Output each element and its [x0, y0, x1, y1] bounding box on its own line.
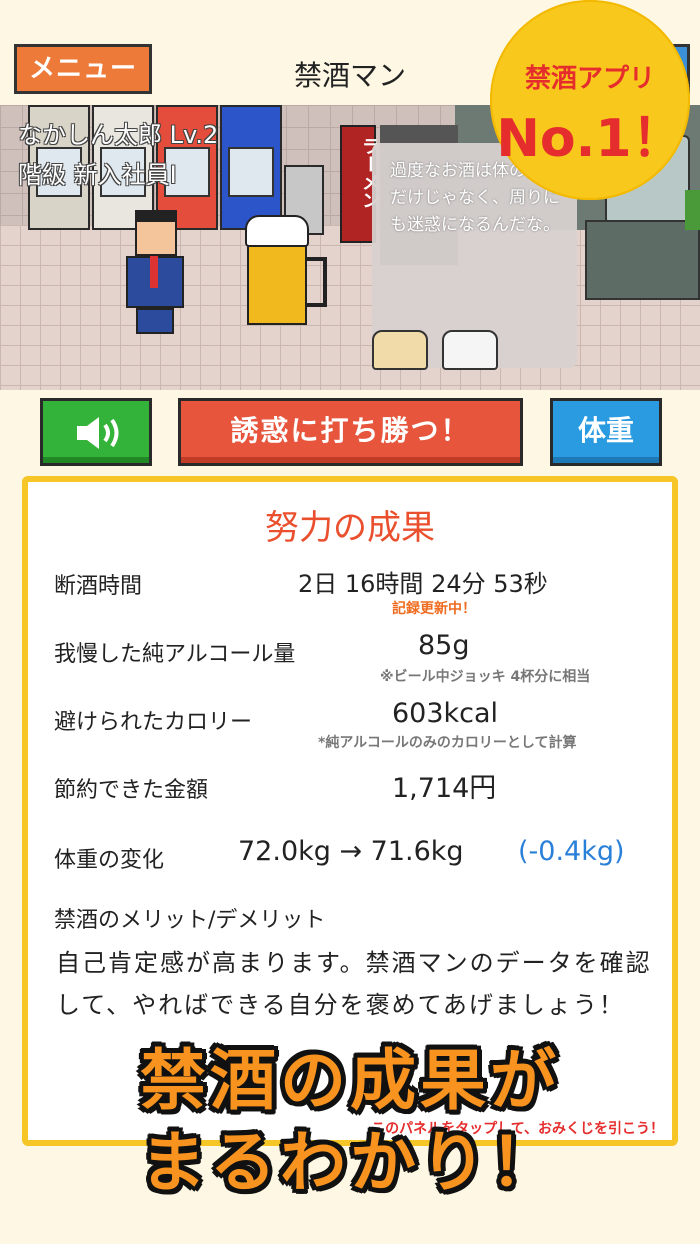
- promo-banner: 禁酒の成果が まるわかり！: [0, 1040, 700, 1204]
- alcohol-note: ※ビール中ジョッキ 4杯分に相当: [380, 669, 591, 685]
- player-rank: 階級 新入社員Ⅰ: [18, 161, 177, 189]
- badge-main-text: No.1！: [496, 109, 684, 169]
- weight-change-label: 体重の変化: [54, 848, 165, 873]
- tree: [685, 190, 700, 230]
- cat-character: [442, 330, 498, 370]
- speaker-icon: [77, 417, 119, 449]
- money-value: 1,714円: [392, 773, 497, 804]
- weight-diff-value: (-0.4kg): [518, 836, 625, 867]
- panel-title: 努力の成果: [265, 508, 435, 548]
- calorie-note: *純アルコールのみのカロリーとして計算: [318, 735, 577, 751]
- record-note: 記録更新中！: [392, 601, 476, 617]
- overcome-temptation-button[interactable]: 誘惑に打ち勝つ！: [178, 398, 523, 466]
- player-name: なかしん太郎 Lv.2: [18, 121, 219, 149]
- abstain-time-label: 断酒時間: [54, 574, 143, 599]
- salaryman-character[interactable]: [120, 210, 190, 335]
- calorie-value: 603kcal: [392, 698, 499, 729]
- merit-title: 禁酒のメリット/デメリット: [54, 908, 326, 933]
- alcohol-value: 85g: [418, 630, 470, 661]
- cat-character: [372, 330, 428, 370]
- abstain-time-value: 2日 16時間 24分 53秒: [298, 570, 548, 598]
- alcohol-label: 我慢した純アルコール量: [54, 642, 296, 667]
- weight-change-value: 72.0kg → 71.6kg: [238, 836, 464, 867]
- sound-toggle-button[interactable]: [40, 398, 152, 466]
- no1-badge: 禁酒アプリ No.1！: [490, 0, 690, 200]
- calorie-label: 避けられたカロリー: [54, 710, 253, 735]
- beer-mug-character[interactable]: [245, 215, 327, 325]
- app-title: 禁酒マン: [293, 59, 406, 92]
- menu-button[interactable]: メニュー: [14, 44, 152, 94]
- water-fountain: [585, 220, 700, 300]
- badge-top-text: 禁酒アプリ: [524, 64, 655, 94]
- weight-button[interactable]: 体重: [550, 398, 662, 466]
- ramen-sign: ラーメン: [340, 125, 380, 243]
- money-label: 節約できた金額: [54, 778, 209, 803]
- promo-line-2: まるわかり！: [140, 1124, 560, 1201]
- merit-text: 自己肯定感が高まります。禁酒マンのデータを確認して、やればできる自分を褒めてあげ…: [56, 949, 652, 1019]
- promo-line-1: 禁酒の成果が: [140, 1042, 560, 1119]
- vending-machine: [220, 105, 282, 230]
